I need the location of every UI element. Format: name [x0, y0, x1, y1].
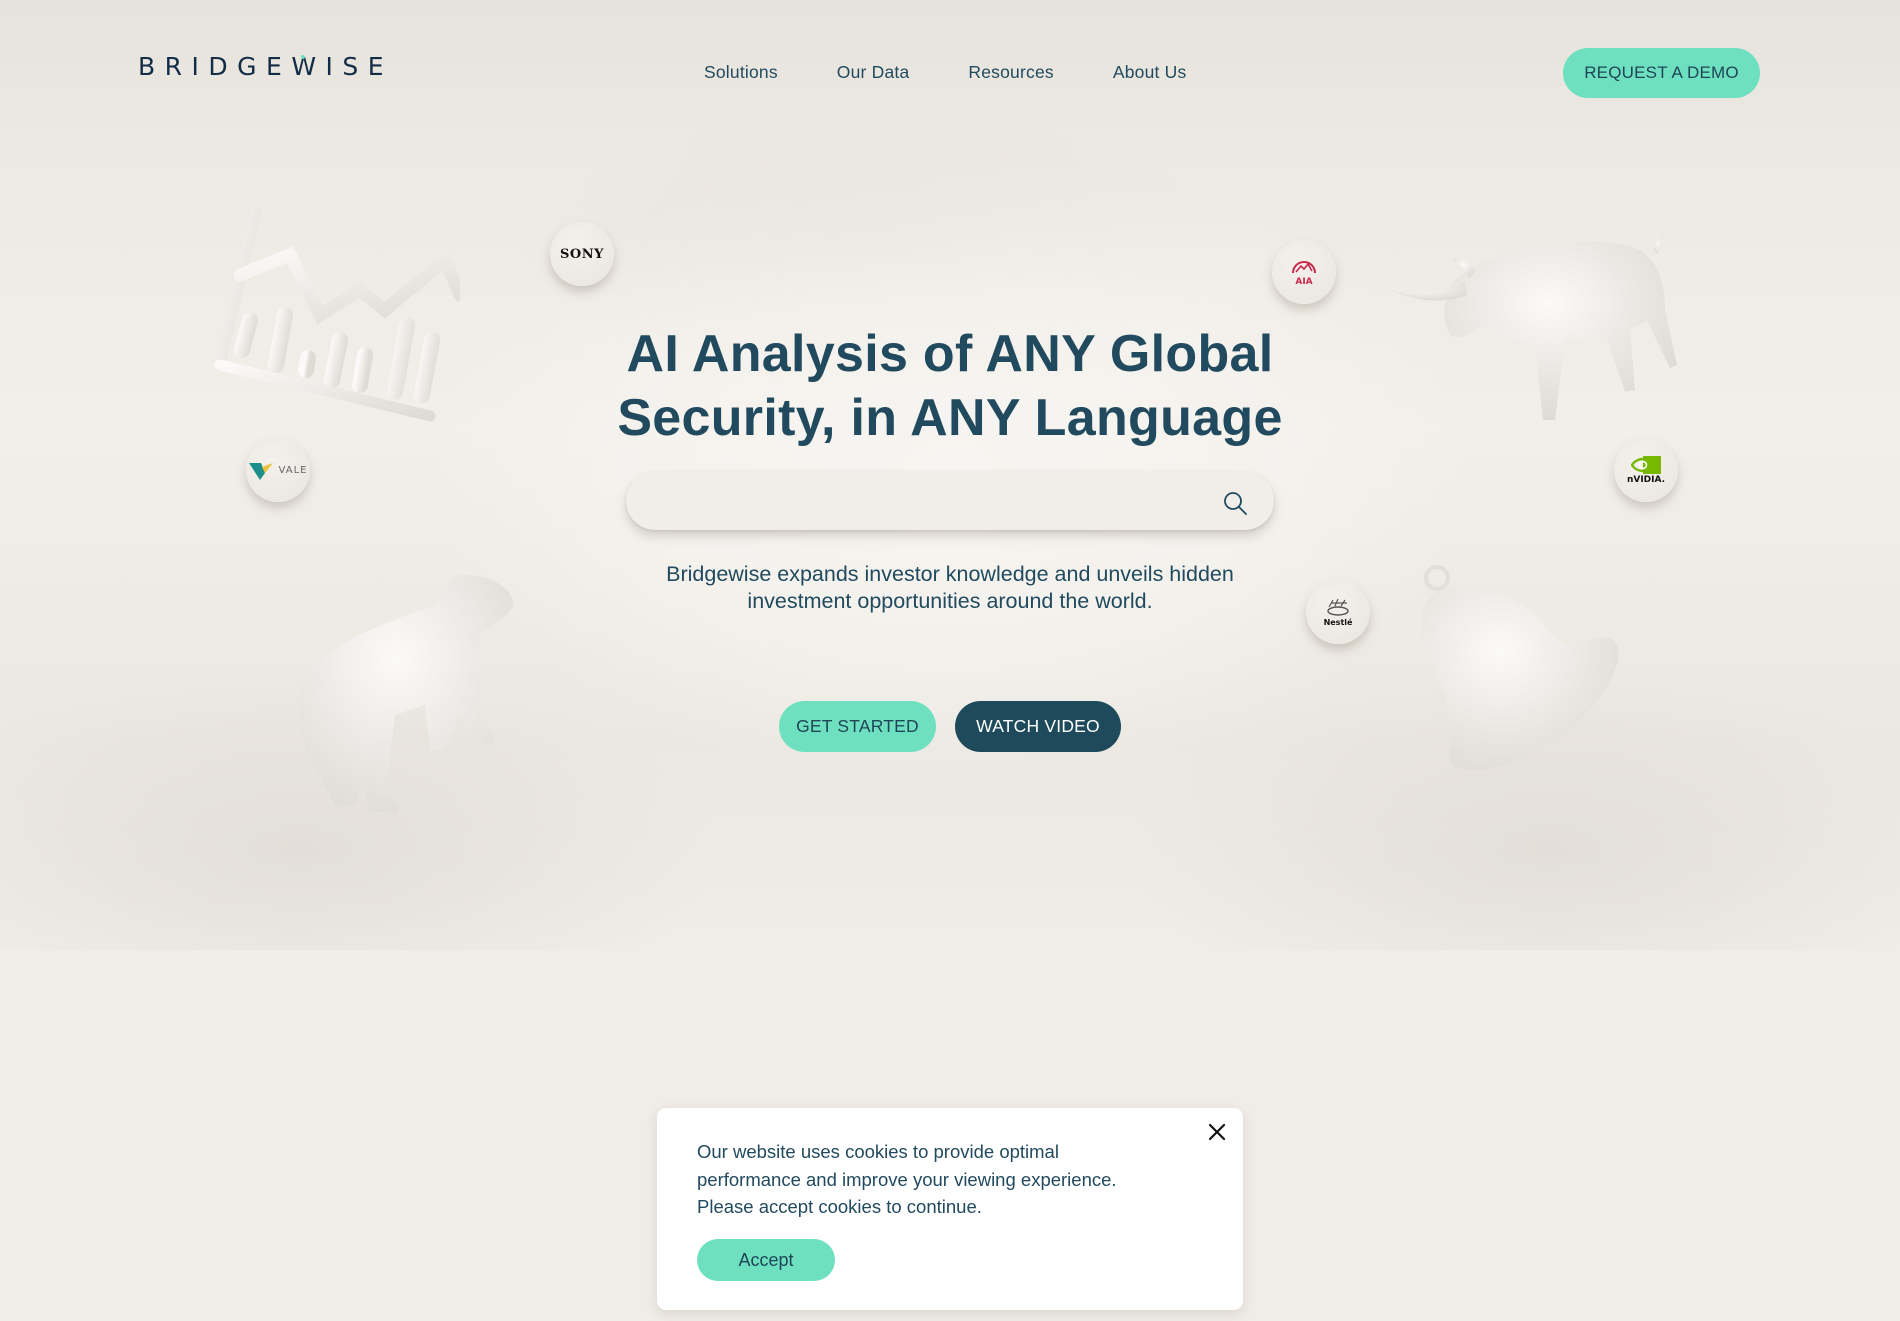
hero-headline: AI Analysis of ANY Global Security, in A…	[550, 322, 1350, 450]
aia-logo-text: AIA	[1295, 277, 1312, 285]
nav-solutions[interactable]: Solutions	[704, 62, 778, 83]
close-icon[interactable]	[1205, 1120, 1229, 1144]
nvidia-eye-icon	[1631, 455, 1661, 474]
logo-bubble-nestle: Nestlé	[1306, 580, 1370, 644]
bridgewise-logo[interactable]: BRIDGEWISE	[138, 52, 393, 81]
hero-subtitle: Bridgewise expands investor knowledge an…	[600, 561, 1300, 615]
search-icon[interactable]	[1222, 490, 1248, 516]
security-search-bar	[626, 472, 1274, 530]
subtitle-line-1: Bridgewise expands investor knowledge an…	[666, 562, 1234, 586]
site-header: BRIDGEWISE Solutions Our Data Resources …	[0, 0, 1900, 140]
nvidia-logo-text: nVIDIA.	[1626, 474, 1666, 485]
nestle-nest-icon	[1327, 598, 1349, 616]
logo-text: BRIDGEWISE	[138, 52, 394, 81]
vale-logo-icon	[248, 463, 273, 480]
nav-about-us[interactable]: About Us	[1113, 62, 1187, 83]
cookie-banner: Our website uses cookies to provide opti…	[657, 1108, 1243, 1310]
sony-logo: SONY	[560, 246, 604, 262]
logo-bubble-vale: VALE	[246, 438, 310, 502]
cookie-line-1: Our website uses cookies to provide opti…	[697, 1141, 1059, 1162]
get-started-button[interactable]: GET STARTED	[779, 701, 936, 752]
headline-line-1: AI Analysis of ANY Global	[626, 325, 1274, 383]
bull-figure-icon	[1390, 235, 1677, 420]
security-search-input[interactable]	[650, 472, 1210, 530]
cookie-line-3: Please accept cookies to continue.	[697, 1196, 982, 1217]
logo-bubble-nvidia: nVIDIA.	[1614, 438, 1678, 502]
bell-figure-icon	[1421, 565, 1619, 771]
logo-bubble-aia: AIA	[1272, 240, 1336, 304]
aia-logo-icon: AIA	[1292, 261, 1316, 285]
nestle-logo-text: Nestlé	[1323, 618, 1353, 627]
nav-resources[interactable]: Resources	[968, 62, 1053, 83]
main-nav: Solutions Our Data Resources About Us	[704, 62, 1245, 83]
cookie-line-2: performance and improve your viewing exp…	[697, 1168, 1117, 1190]
nav-our-data[interactable]: Our Data	[837, 62, 910, 83]
bear-figure-icon	[299, 574, 514, 813]
chart-figure-icon	[214, 204, 460, 422]
watch-video-button[interactable]: WATCH VIDEO	[955, 701, 1121, 752]
cookie-message: Our website uses cookies to provide opti…	[697, 1138, 1197, 1221]
accept-cookies-button[interactable]: Accept	[697, 1239, 835, 1281]
vale-logo-text: VALE	[278, 464, 308, 476]
headline-line-2: Security, in ANY Language	[617, 389, 1283, 447]
logo-accent-dot	[301, 55, 305, 59]
subtitle-line-2: investment opportunities around the worl…	[747, 589, 1153, 613]
request-demo-button[interactable]: REQUEST A DEMO	[1563, 48, 1760, 98]
logo-bubble-sony: SONY	[550, 222, 614, 286]
